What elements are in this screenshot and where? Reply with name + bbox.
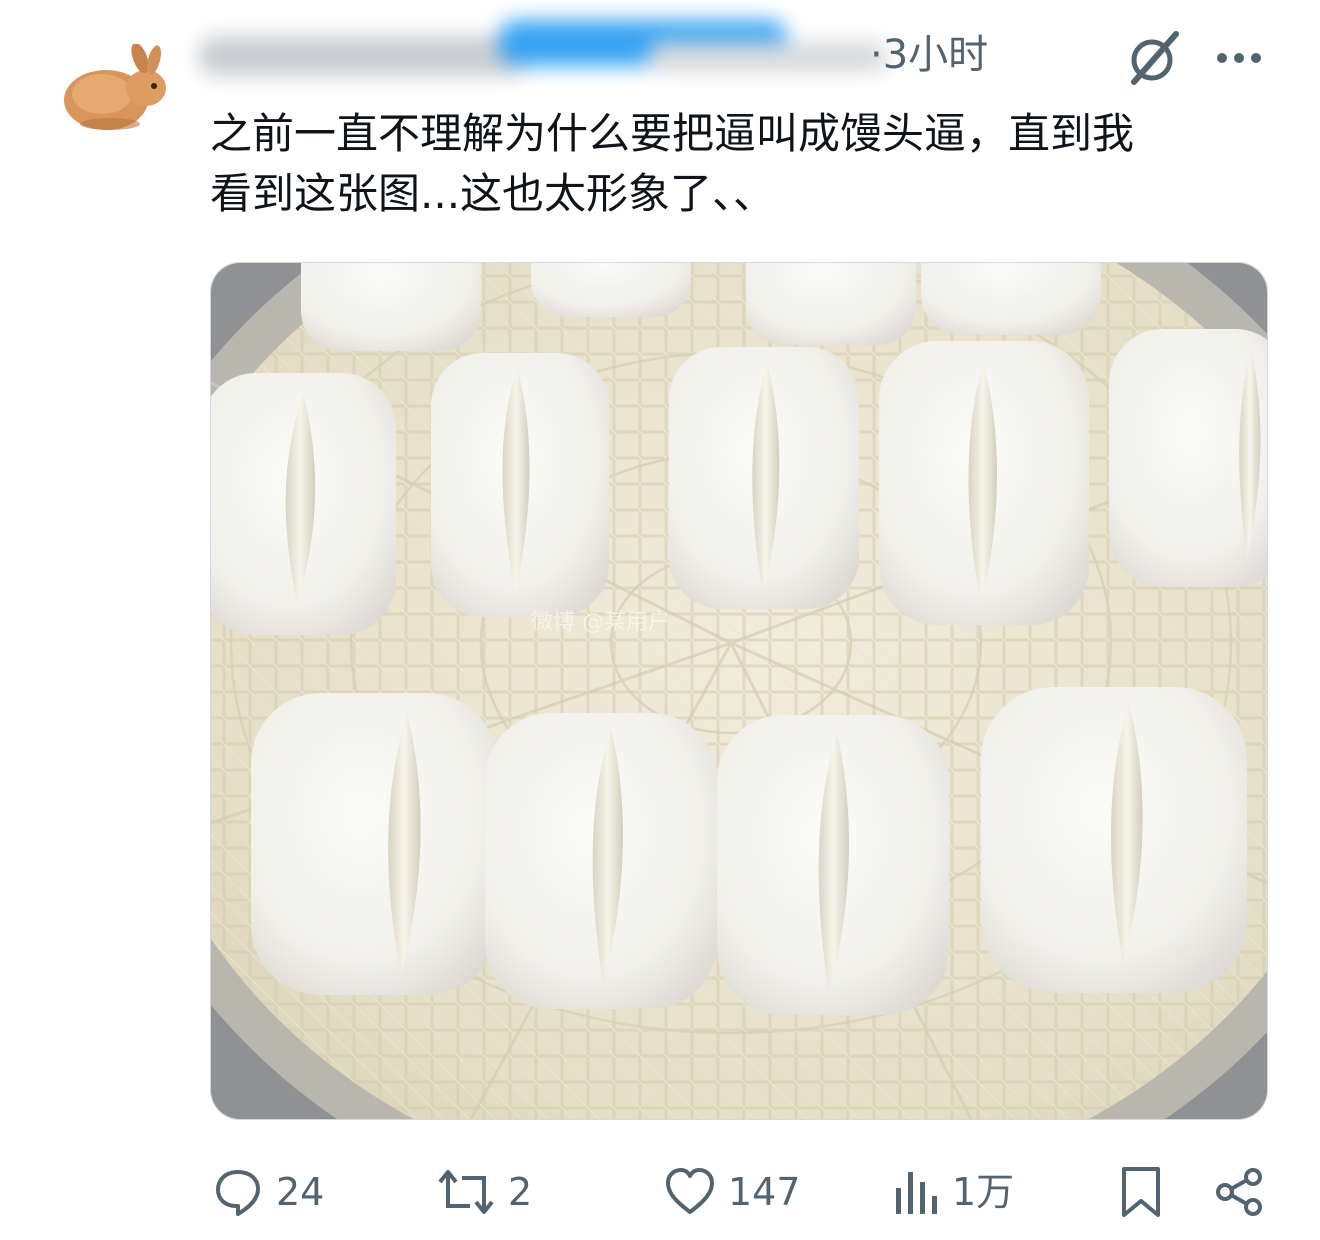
heart-icon	[666, 1168, 714, 1214]
steamed-buns-photo: 微博 @某用户	[211, 263, 1267, 1119]
like-count: 147	[728, 1170, 801, 1214]
meta-dot: ·	[870, 32, 883, 78]
post-image[interactable]: 微博 @某用户	[210, 262, 1268, 1120]
reply-button[interactable]: 24	[212, 1160, 324, 1224]
grok-slash-icon[interactable]	[1124, 28, 1184, 88]
more-dots-icon[interactable]	[1214, 38, 1264, 78]
reply-count: 24	[276, 1170, 325, 1214]
reply-bubble-icon	[216, 1170, 260, 1216]
repost-count: 2	[508, 1170, 533, 1214]
like-button[interactable]: 147	[664, 1160, 801, 1224]
post-text: 之前一直不理解为什么要把逼叫成馒头逼，直到我 看到这张图...这也太形象了、、	[210, 109, 1135, 218]
bookmark-icon	[1122, 1167, 1160, 1217]
share-icon	[1216, 1168, 1262, 1216]
repost-arrows-icon	[438, 1170, 494, 1214]
avatar[interactable]	[62, 42, 174, 134]
share-button[interactable]	[1212, 1160, 1266, 1224]
image-watermark: 微博 @某用户	[531, 610, 670, 635]
views-button[interactable]: 1万	[892, 1160, 1014, 1224]
bookmark-button[interactable]	[1118, 1160, 1164, 1224]
user-name-redacted[interactable]	[198, 14, 888, 84]
post-timestamp[interactable]: 3小时	[883, 32, 988, 78]
post-meta: ·3小时	[870, 30, 988, 80]
view-count: 1万	[952, 1170, 1015, 1214]
bar-chart-icon	[896, 1172, 937, 1214]
repost-button[interactable]: 2	[436, 1160, 532, 1224]
bun-bottom-row	[251, 687, 1247, 1015]
